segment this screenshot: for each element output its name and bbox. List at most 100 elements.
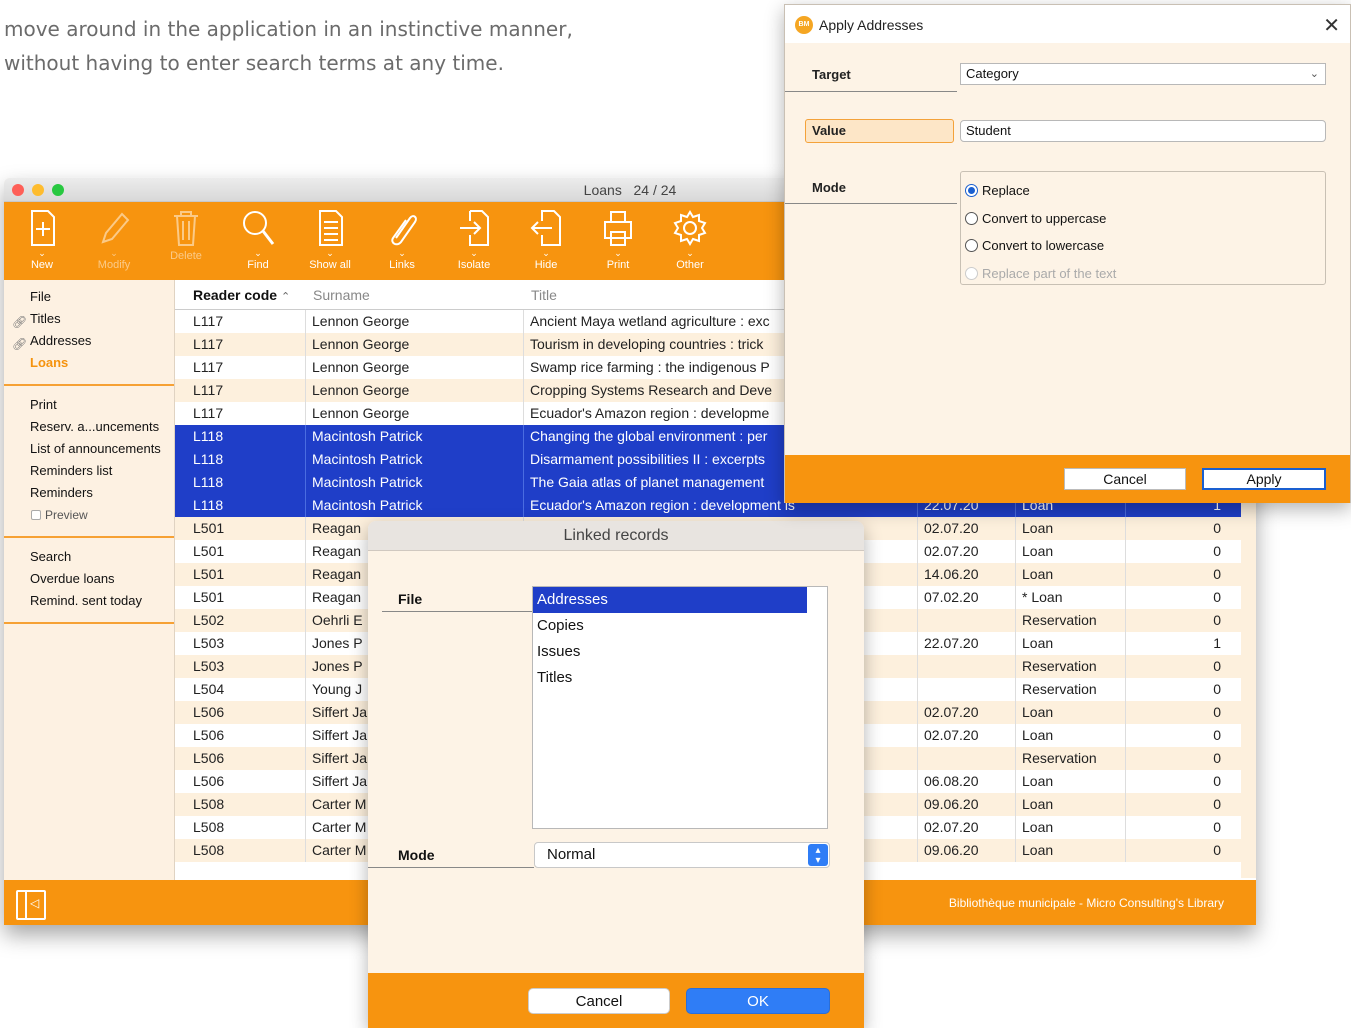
sidebar-item-reminders-sent-today[interactable]: Remind. sent today [4, 590, 174, 612]
cell-reader-code: L506 [193, 750, 225, 766]
cell-reader-code: L508 [193, 796, 225, 812]
column-header-reader-code[interactable]: Reader code ⌃ [193, 287, 290, 303]
gear-icon [673, 210, 707, 246]
cell-date [917, 747, 1015, 770]
value-input[interactable]: Student [960, 120, 1326, 142]
sidebar-item-list-of-announcements[interactable]: List of announcements [4, 438, 174, 460]
cell-date: 22.07.20 [917, 632, 1015, 655]
sidebar-print: Print Reserv. a...uncements List of anno… [4, 388, 174, 534]
cell-count: 0 [1125, 747, 1225, 770]
toolbar-find-button[interactable]: ⌄ Find [226, 208, 290, 278]
radio-replace[interactable]: Replace [965, 180, 1030, 202]
cell-type: Loan [1015, 839, 1125, 862]
cell-surname: Lennon George [305, 310, 523, 333]
cell-date: 02.07.20 [917, 701, 1015, 724]
cell-date: 09.06.20 [917, 839, 1015, 862]
sidebar-item-reminders-list[interactable]: Reminders list [4, 460, 174, 482]
toolbar-isolate-button[interactable]: ⌄ Isolate [442, 208, 506, 278]
ok-button[interactable]: OK [686, 988, 830, 1014]
list-item-titles[interactable]: Titles [533, 665, 827, 691]
cell-reader-code: L117 [193, 336, 224, 352]
sidebar-item-print[interactable]: Print [4, 394, 174, 416]
paperclip-icon [391, 215, 417, 246]
cell-date [917, 655, 1015, 678]
cell-reader-code: L118 [193, 428, 224, 444]
chevron-down-icon: ⌄ [254, 248, 262, 258]
column-header-title[interactable]: Title [531, 287, 557, 303]
toolbar-other-button[interactable]: ⌄ Other [658, 208, 722, 278]
cell-reader-code: L502 [193, 612, 225, 628]
sidebar: File 🔗︎ Titles 🔗︎ Addresses Loans Print Re… [4, 280, 175, 880]
mode-select[interactable]: Normal ▴ ▾ [534, 842, 830, 868]
radio-convert-lowercase[interactable]: Convert to lowercase [965, 235, 1104, 257]
toolbar-label: Print [606, 259, 630, 271]
checkbox-box [31, 510, 41, 520]
pencil-icon [101, 212, 130, 244]
dialog-title: Apply Addresses [819, 17, 924, 33]
cancel-button[interactable]: Cancel [528, 988, 670, 1014]
target-select[interactable]: Category ⌄ [960, 63, 1326, 85]
dialog-footer: Cancel Apply [785, 455, 1350, 503]
dialog-titlebar[interactable]: BM Apply Addresses ✕ [785, 5, 1350, 43]
radio-selected-icon [965, 184, 978, 197]
cell-type: Loan [1015, 724, 1125, 747]
sidebar-divider [4, 622, 174, 624]
toolbar-label: New [30, 259, 53, 271]
radio-replace-part[interactable]: Replace part of the text [965, 263, 1116, 285]
sidebar-divider [4, 536, 174, 538]
toolbar-links-button[interactable]: ⌄ Links [370, 208, 434, 278]
cell-reader-code: L117 [193, 313, 224, 329]
sidebar-item-titles[interactable]: 🔗︎ Titles [4, 308, 174, 330]
toolbar-hide-button[interactable]: ⌄ Hide [514, 208, 578, 278]
sidebar-item-loans[interactable]: Loans [4, 352, 174, 374]
sidebar-item-search[interactable]: Search [4, 546, 174, 568]
toolbar-delete-button[interactable]: Delete [154, 208, 218, 278]
list-document-icon [319, 210, 343, 246]
chevron-down-icon: ⌄ [1309, 68, 1319, 80]
toolbar-label: Show all [309, 259, 351, 271]
toolbar-new-button[interactable]: ⌄ New [10, 208, 74, 278]
cell-type: Loan [1015, 540, 1125, 563]
cell-reader-code: L118 [193, 451, 224, 467]
magnifier-icon [243, 211, 275, 245]
radio-convert-uppercase[interactable]: Convert to uppercase [965, 208, 1106, 230]
label-underline [785, 203, 957, 204]
cell-count: 0 [1125, 609, 1225, 632]
list-item-copies[interactable]: Copies [533, 613, 827, 639]
sidebar-item-reminders[interactable]: Reminders [4, 482, 174, 504]
toolbar-label: Isolate [457, 259, 491, 271]
cell-type: Reservation [1015, 655, 1125, 678]
cell-reader-code: L506 [193, 773, 225, 789]
trash-icon [174, 211, 198, 246]
apply-button[interactable]: Apply [1202, 468, 1326, 490]
list-item-issues[interactable]: Issues [533, 639, 827, 665]
intro-text: move around in the application in an ins… [4, 12, 764, 80]
cell-type: Loan [1015, 563, 1125, 586]
cancel-button[interactable]: Cancel [1064, 468, 1186, 490]
window-title-name: Loans [583, 182, 622, 198]
file-list[interactable]: Addresses Copies Issues Titles [532, 586, 828, 829]
sidebar-item-reservation-announcements[interactable]: Reserv. a...uncements [4, 416, 174, 438]
toolbar-print-button[interactable]: ⌄ Print [586, 208, 650, 278]
cell-reader-code: L118 [193, 497, 224, 513]
cell-reader-code: L501 [193, 589, 225, 605]
hide-icon [530, 210, 561, 246]
cell-count: 0 [1125, 770, 1225, 793]
list-item-addresses[interactable]: Addresses [533, 587, 807, 613]
toggle-sidebar-icon[interactable]: ◁ [16, 890, 46, 920]
close-icon[interactable]: ✕ [1323, 13, 1340, 38]
toolbar-show-all-button[interactable]: ⌄ Show all [298, 208, 362, 278]
cell-reader-code: L117 [193, 405, 224, 421]
cell-reader-code: L506 [193, 727, 225, 743]
sidebar-item-overdue-loans[interactable]: Overdue loans [4, 568, 174, 590]
column-header-surname[interactable]: Surname [313, 287, 370, 303]
sidebar-item-addresses[interactable]: 🔗︎ Addresses [4, 330, 174, 352]
sidebar-item-file[interactable]: File [4, 286, 174, 308]
preview-checkbox[interactable]: Preview [4, 504, 174, 526]
toolbar-modify-button[interactable]: ⌄ Modify [82, 208, 146, 278]
toolbar-label: Delete [170, 250, 202, 262]
linked-records-dialog: Linked records File Addresses Copies Iss… [368, 521, 864, 1028]
target-label: Target [812, 67, 851, 82]
library-name: Bibliothèque municipale - Micro Consulti… [948, 896, 1224, 910]
chevron-down-icon: ⌄ [686, 248, 694, 258]
